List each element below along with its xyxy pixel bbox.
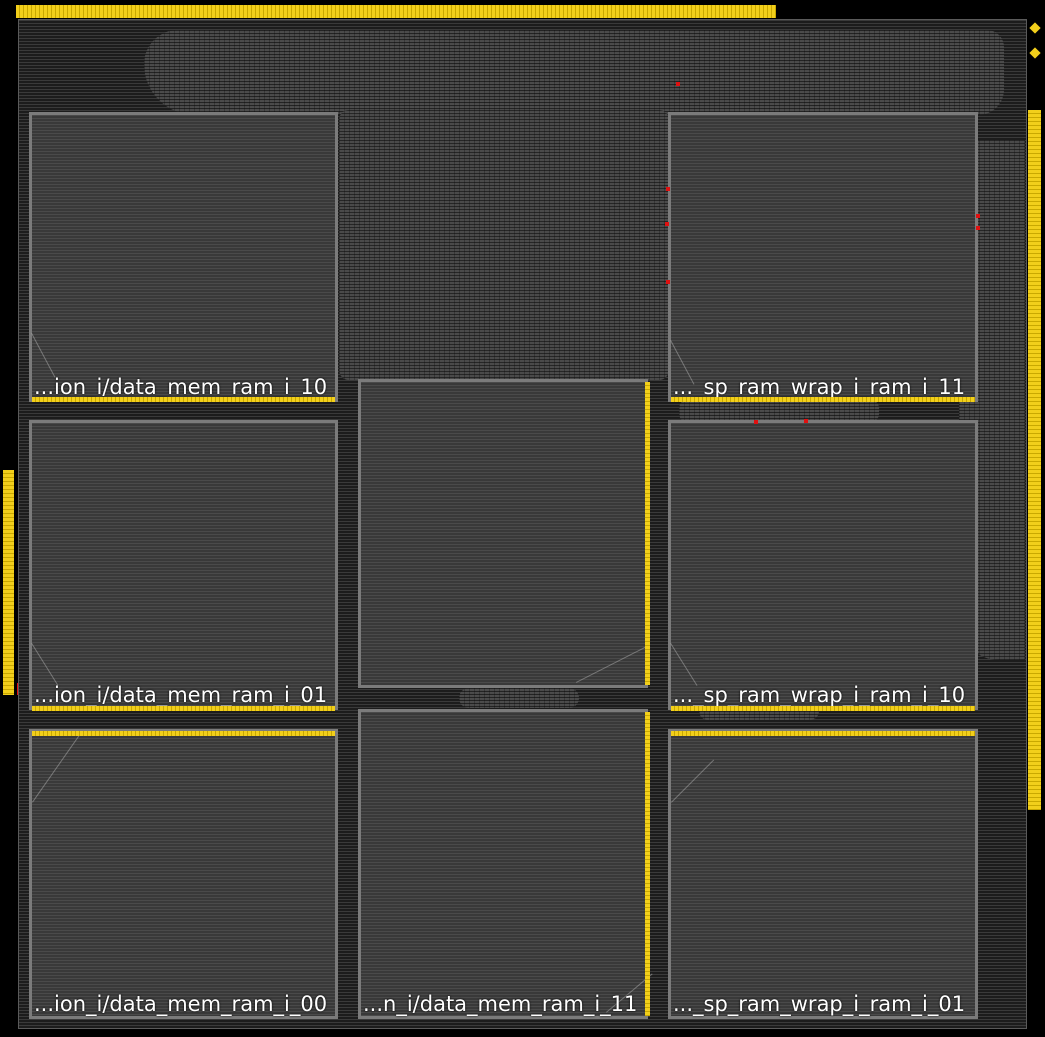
ram-macro[interactable] — [358, 379, 648, 688]
ram-macro[interactable]: ..._sp_ram_wrap_i_ram_i_01 — [668, 729, 978, 1019]
pin-marker — [804, 419, 808, 423]
left-io-pin-strip — [3, 470, 14, 695]
right-io-port-icon — [1029, 22, 1041, 34]
pin-marker — [676, 82, 680, 86]
net-flyline — [576, 645, 648, 683]
placed-cells-region — [144, 30, 1004, 115]
macro-pin-row — [671, 731, 975, 736]
pin-marker — [665, 222, 669, 226]
pin-marker — [754, 420, 758, 424]
macro-pin-row — [32, 397, 335, 402]
ram-macro[interactable]: ...ion_i/data_mem_ram_i_00 — [29, 729, 338, 1019]
macro-label: ...n_i/data_mem_ram_i_11 — [363, 992, 638, 1016]
pin-marker — [976, 214, 980, 218]
ram-macro[interactable]: ..._sp_ram_wrap_i_ram_i_11 — [668, 112, 978, 402]
pin-marker — [666, 187, 670, 191]
macro-pin-column — [645, 382, 650, 685]
ram-macro[interactable]: ..._sp_ram_wrap_i_ram_i_10 — [668, 420, 978, 710]
placed-cells-region — [679, 400, 879, 422]
net-flyline — [31, 333, 56, 378]
net-flyline — [671, 759, 715, 803]
right-io-port-icon — [1029, 47, 1041, 59]
macro-pin-column — [645, 712, 650, 1016]
top-io-pin-strip — [16, 5, 776, 18]
placed-cells-region — [339, 110, 669, 380]
macro-pin-row — [32, 731, 335, 736]
net-flyline — [32, 732, 82, 803]
ram-macro[interactable]: ...ion_i/data_mem_ram_i_10 — [29, 112, 338, 402]
ram-macro[interactable]: ...n_i/data_mem_ram_i_11 — [358, 709, 653, 1019]
macro-label: ..._sp_ram_wrap_i_ram_i_01 — [673, 992, 966, 1016]
placed-cells-region — [459, 688, 579, 708]
macro-pin-row — [671, 706, 975, 711]
macro-pin-row — [671, 397, 975, 402]
device-die-area[interactable]: ...ion_i/data_mem_ram_i_10 ..._sp_ram_wr… — [18, 19, 1027, 1029]
macro-label: ...ion_i/data_mem_ram_i_01 — [34, 683, 328, 707]
pin-marker — [666, 280, 670, 284]
macro-label: ...ion_i/data_mem_ram_i_00 — [34, 992, 328, 1016]
macro-label: ..._sp_ram_wrap_i_ram_i_11 — [673, 375, 966, 399]
macro-pin-row — [32, 706, 335, 711]
macro-label: ...ion_i/data_mem_ram_i_10 — [34, 375, 328, 399]
macro-label: ..._sp_ram_wrap_i_ram_i_10 — [673, 683, 966, 707]
net-flyline — [670, 643, 698, 686]
net-flyline — [31, 643, 59, 686]
right-io-pin-strip — [1028, 110, 1041, 810]
ram-macro[interactable]: ...ion_i/data_mem_ram_i_01 — [29, 420, 338, 710]
pin-marker — [976, 226, 980, 230]
